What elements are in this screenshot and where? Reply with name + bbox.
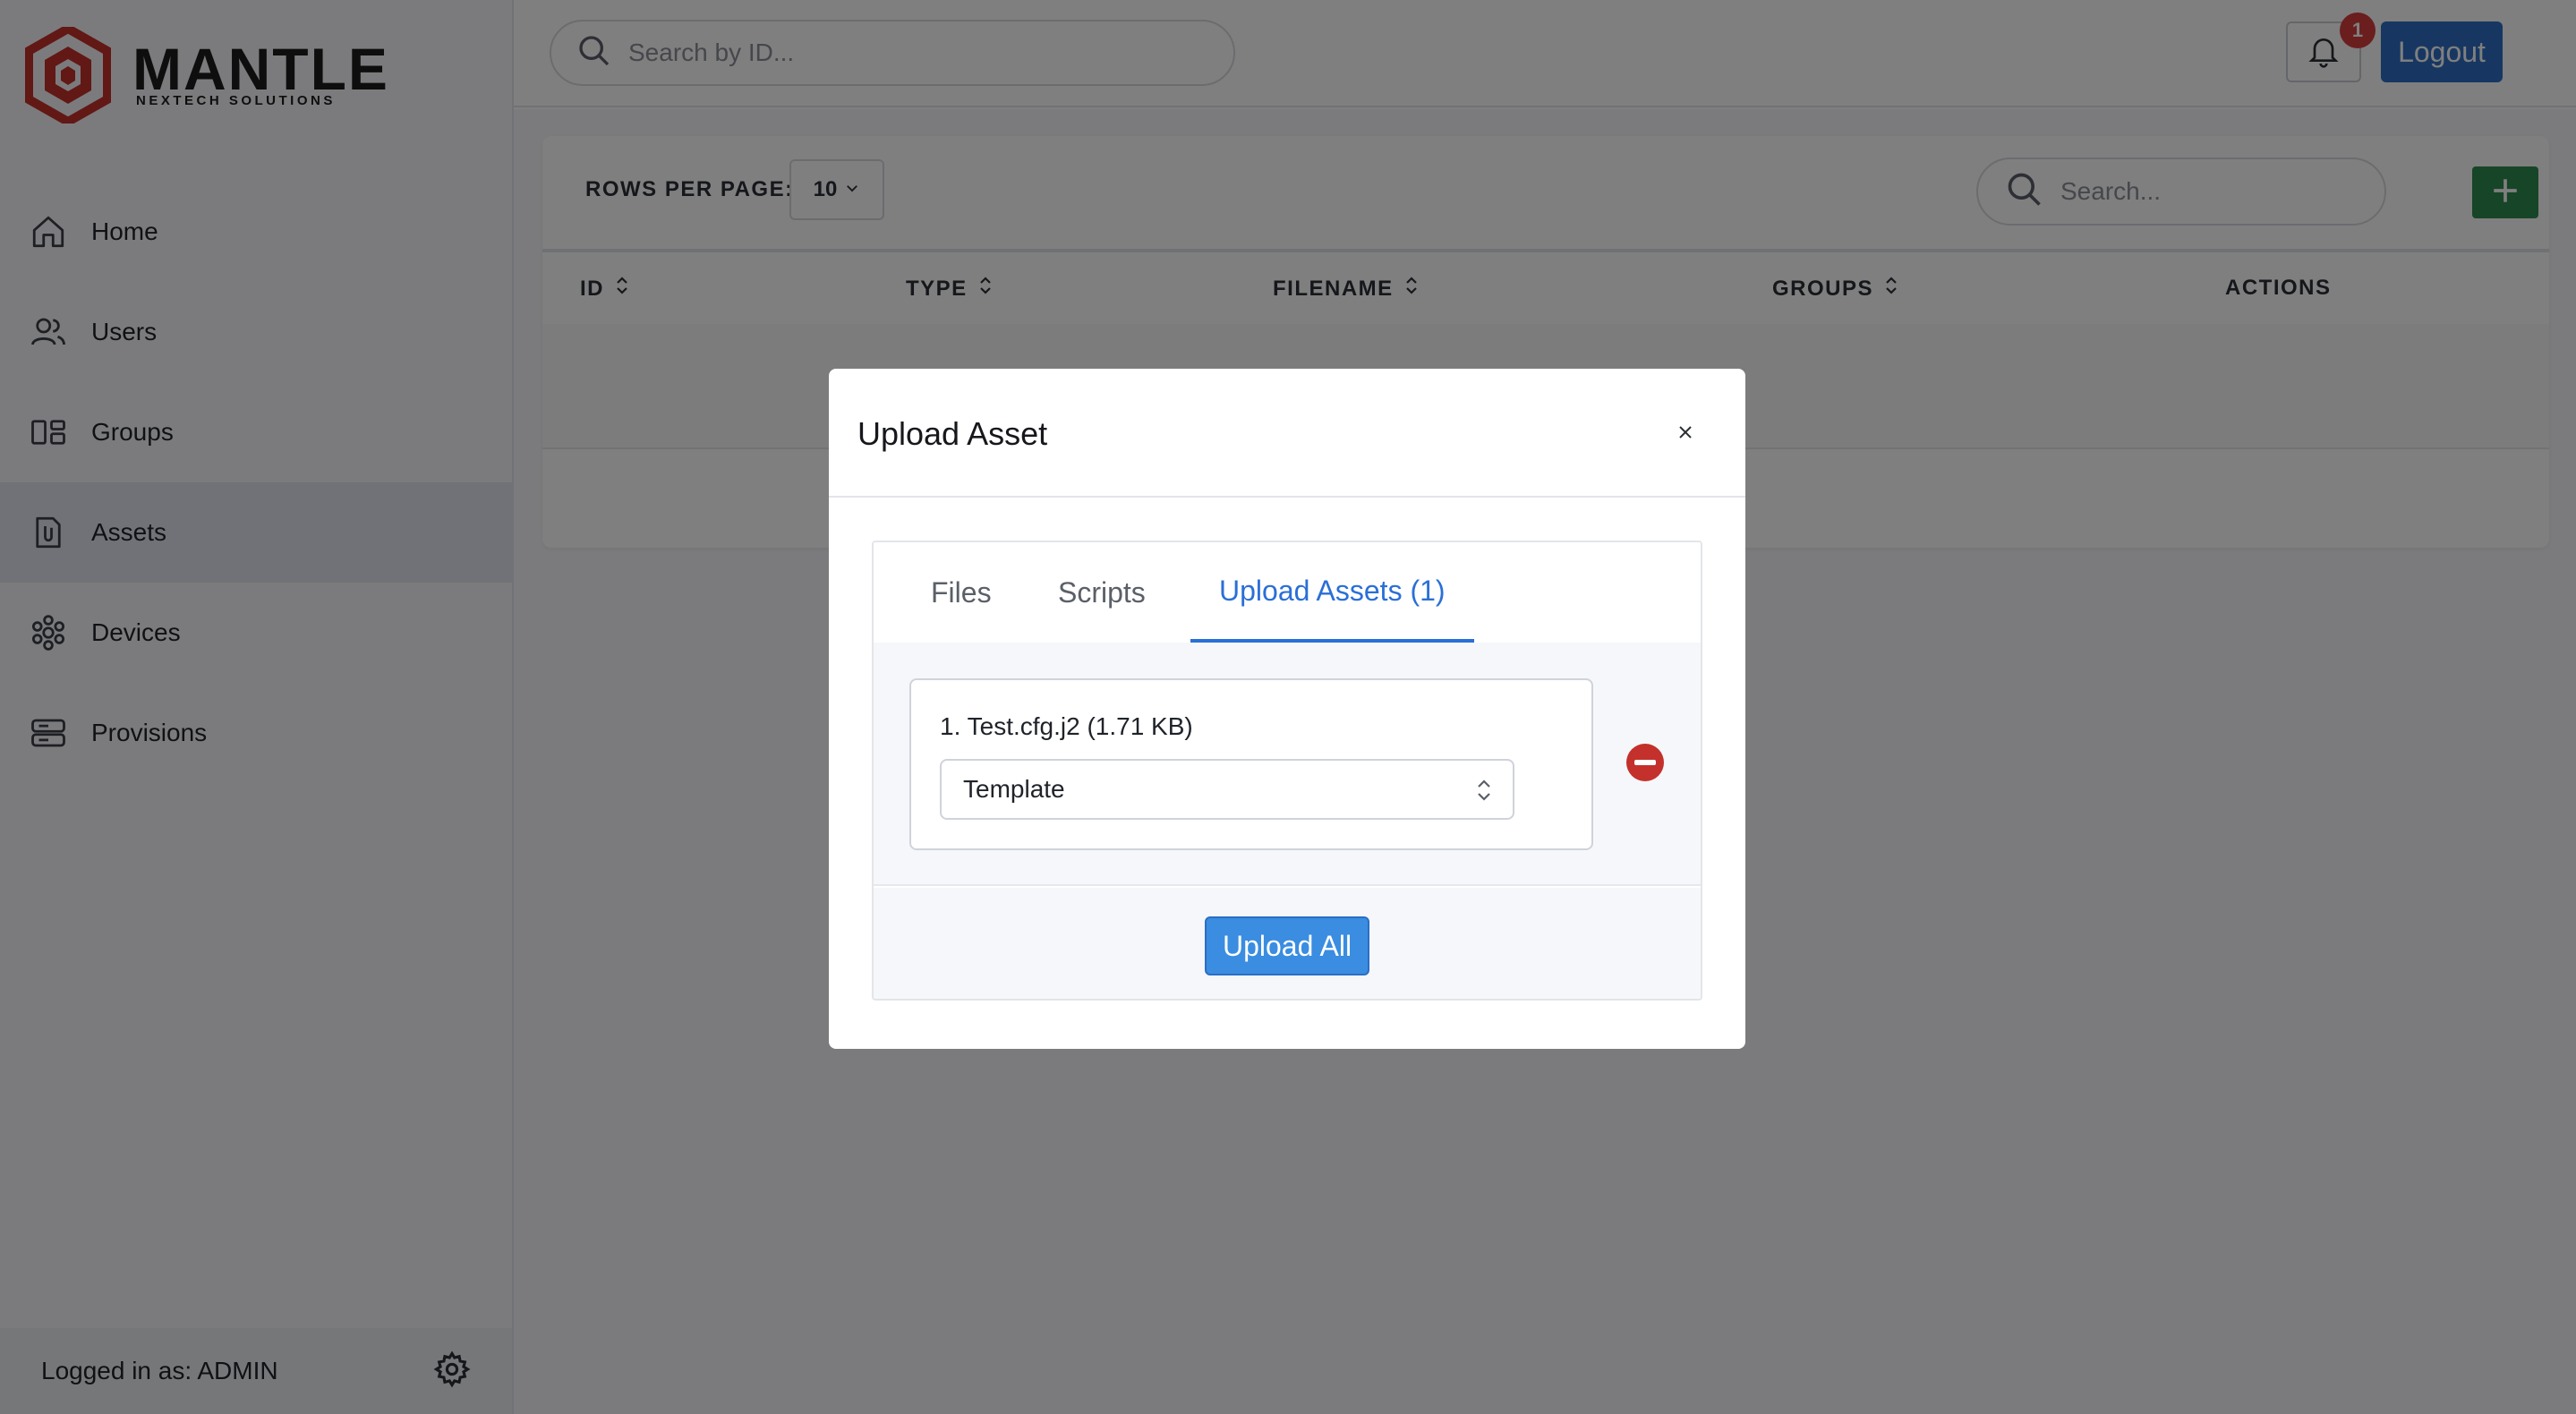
asset-type-value: Template	[963, 775, 1065, 803]
asset-file-name: 1. Test.cfg.j2 (1.71 KB)	[940, 712, 1193, 740]
upload-assets-panel: 1. Test.cfg.j2 (1.71 KB) Template	[874, 643, 1701, 886]
minus-circle-icon	[1626, 744, 1664, 781]
modal-title: Upload Asset	[857, 415, 1048, 452]
upload-asset-modal: Upload Asset Files Scripts Upload Assets…	[829, 369, 1745, 1049]
upload-tabs-container: Files Scripts Upload Assets (1) 1. Test.…	[872, 541, 1702, 1001]
upload-all-button[interactable]: Upload All	[1205, 916, 1369, 975]
tab-files[interactable]: Files	[902, 542, 1020, 643]
app-root: MANTLE NEXTECH SOLUTIONS Home Users G	[0, 0, 2576, 1414]
asset-type-select[interactable]: Template	[940, 759, 1514, 820]
modal-header: Upload Asset	[829, 369, 1745, 498]
tab-scripts[interactable]: Scripts	[1029, 542, 1174, 643]
close-icon[interactable]	[1670, 417, 1701, 447]
pending-asset-item: 1. Test.cfg.j2 (1.71 KB) Template	[909, 678, 1593, 850]
up-down-chevron-icon	[1475, 777, 1493, 810]
modal-tabs: Files Scripts Upload Assets (1)	[874, 542, 1701, 643]
remove-asset-button[interactable]	[1625, 743, 1665, 782]
tab-upload-assets[interactable]: Upload Assets (1)	[1190, 542, 1474, 643]
upload-footer: Upload All	[874, 888, 1701, 999]
